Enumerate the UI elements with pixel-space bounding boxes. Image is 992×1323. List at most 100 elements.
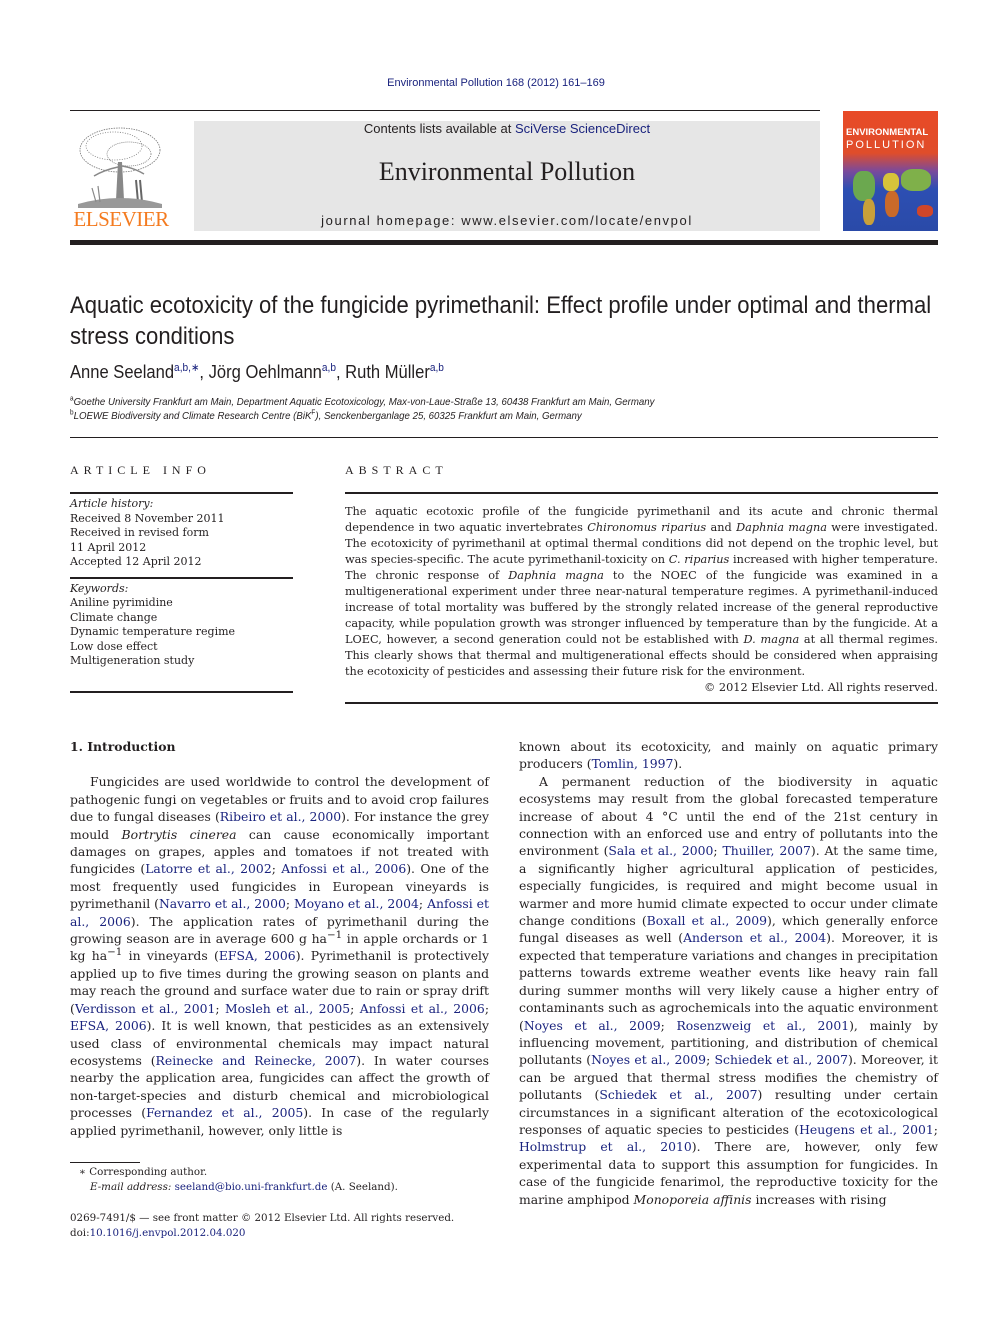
author-separator: , <box>335 362 346 382</box>
keywords: Keywords: Aniline pyrimidine Climate cha… <box>70 582 293 669</box>
article-history: Article history: Received 8 November 201… <box>70 497 293 570</box>
citation-link[interactable]: Sala et al., 2000 <box>608 843 713 858</box>
cover-map-land <box>885 191 899 217</box>
affiliation-a: aGoethe University Frankfurt am Main, De… <box>70 396 655 409</box>
article-info-rule <box>70 492 293 494</box>
keyword: Aniline pyrimidine <box>70 596 173 609</box>
citation-link[interactable]: Schiedek et al., 2007 <box>715 1052 848 1067</box>
citation-link[interactable]: Tomlin, 1997 <box>592 756 674 771</box>
author-name[interactable]: Jörg Oehlmann <box>209 362 322 382</box>
body-column-left: 1. Introduction Fungicides are used worl… <box>70 738 489 1139</box>
citation-link[interactable]: Anfossi et al., 2006 <box>360 1001 485 1016</box>
citation-link[interactable]: Verdisson et al., 2001 <box>75 1001 216 1016</box>
author-separator: , <box>199 362 209 382</box>
journal-title: Environmental Pollution <box>378 157 636 186</box>
header-rule <box>70 110 820 111</box>
section-heading-introduction: 1. Introduction <box>70 739 176 754</box>
author-affiliation-marks[interactable]: a,b,∗ <box>174 362 199 374</box>
citation-link[interactable]: EFSA, 2006 <box>219 948 296 963</box>
history-item: 11 April 2012 <box>70 540 147 554</box>
article-title: Aquatic ecotoxicity of the fungicide pyr… <box>70 292 932 350</box>
footnote: ∗ Corresponding author. E-mail address: … <box>70 1165 500 1195</box>
citation-link[interactable]: Noyes et al., 2009 <box>524 1018 661 1033</box>
italic-term: Chironomus riparius <box>587 521 707 534</box>
citation-link[interactable]: Reinecke and Reinecke, 2007 <box>156 1053 357 1068</box>
email-label: E-mail address: <box>90 1181 172 1193</box>
author-name[interactable]: Ruth Müller <box>345 362 430 382</box>
italic-term: Daphnia magna <box>736 521 827 534</box>
citation-link[interactable]: Thuiller, 2007 <box>722 843 810 858</box>
article-info-rule <box>70 576 293 579</box>
footnote-email: E-mail address: seeland@bio.uni-frankfur… <box>70 1180 500 1195</box>
citation-link[interactable]: Anderson et al., 2004 <box>683 930 826 945</box>
contents-prefix: Contents lists available at <box>363 121 515 136</box>
cover-map-land <box>853 171 875 201</box>
author-list: Anne Seelanda,b,∗, Jörg Oehlmanna,b, Rut… <box>70 362 444 383</box>
cover-title-line1: ENVIRONMENTAL <box>846 127 929 138</box>
doi-label: doi: <box>70 1227 90 1239</box>
italic-term: Bortrytis cinerea <box>121 826 237 842</box>
sciencedirect-link[interactable]: SciVerse ScienceDirect <box>515 121 650 136</box>
body-paragraph: Fungicides are used worldwide to control… <box>70 774 490 1138</box>
abstract-text: The aquatic ecotoxic profile of the fung… <box>345 505 939 678</box>
body-column-right: known about its ecotoxicity, and mainly … <box>519 738 938 1208</box>
citation-link[interactable]: Schiedek et al., 2007 <box>599 1087 757 1102</box>
cover-map-land <box>917 205 933 217</box>
abstract-heading: ABSTRACT <box>345 463 448 477</box>
journal-cover-image[interactable]: ENVIRONMENTAL POLLUTION <box>843 111 938 231</box>
header-thick-rule <box>70 240 938 245</box>
citation-link[interactable]: Navarro et al., 2000 <box>159 896 286 911</box>
author-affiliation-marks[interactable]: a,b <box>430 362 444 374</box>
author-name[interactable]: Anne Seeland <box>70 362 174 382</box>
contents-line: Contents lists available at SciVerse Sci… <box>194 121 820 137</box>
history-label: Article history: <box>70 497 154 510</box>
email-link[interactable]: seeland@bio.uni-frankfurt.de <box>175 1181 328 1193</box>
italic-term: D. magna <box>743 633 800 646</box>
front-matter: 0269-7491/$ — see front matter © 2012 El… <box>70 1211 500 1241</box>
running-head[interactable]: Environmental Pollution 168 (2012) 161–1… <box>0 77 992 89</box>
citation-link[interactable]: Anfossi et al., 2006 <box>281 861 406 876</box>
italic-term: C. riparius <box>668 553 730 566</box>
body-paragraph: known about its ecotoxicity, and mainly … <box>519 739 938 772</box>
citation-link[interactable]: EFSA, 2006 <box>70 1018 147 1033</box>
keywords-label: Keywords: <box>70 581 129 595</box>
history-item: Accepted 12 April 2012 <box>70 555 202 568</box>
cover-map-land <box>901 169 931 191</box>
citation-link[interactable]: Boxall et al., 2009 <box>647 913 767 928</box>
body-paragraph: A permanent reduction of the biodiversit… <box>519 773 939 1207</box>
affiliation-text: Goethe University Frankfurt am Main, Dep… <box>73 396 655 408</box>
keyword: Climate change <box>70 610 158 624</box>
journal-homepage[interactable]: journal homepage: www.elsevier.com/locat… <box>194 213 820 228</box>
abstract-rule <box>345 702 938 704</box>
corresponding-author-label: Corresponding author. <box>89 1166 208 1178</box>
citation-link[interactable]: Moyano et al., 2004 <box>294 896 419 911</box>
doi-line: doi:10.1016/j.envpol.2012.04.020 <box>70 1226 500 1241</box>
cover-map-land <box>883 173 899 191</box>
article-info-rule <box>70 690 293 693</box>
citation-link[interactable]: Ribeiro et al., 2000 <box>220 809 341 824</box>
tree-logo-icon <box>78 127 162 208</box>
affiliation-text: ), Senckenberganlage 25, 60325 Frankfurt… <box>315 410 582 422</box>
history-item: Received 8 November 2011 <box>70 511 225 525</box>
abstract: ABSTRACT The aquatic ecotoxic profile of… <box>345 463 938 704</box>
citation-link[interactable]: Latorre et al., 2002 <box>145 861 272 876</box>
citation-link[interactable]: Mosleh et al., 2005 <box>225 1001 350 1016</box>
elsevier-logo[interactable]: ELSEVIER <box>70 120 172 232</box>
doi-link[interactable]: 10.1016/j.envpol.2012.04.020 <box>90 1227 246 1239</box>
italic-term: Daphnia magna <box>508 569 604 582</box>
article-info-heading: ARTICLE INFO <box>70 463 211 477</box>
citation-link[interactable]: Rosenzweig et al., 2001 <box>676 1018 849 1033</box>
citation-link[interactable]: Fernandez et al., 2005 <box>146 1105 303 1120</box>
cover-map-land <box>863 199 875 225</box>
keyword: Dynamic temperature regime <box>70 625 236 638</box>
citation-link[interactable]: Heugens et al., 2001 <box>799 1122 934 1137</box>
history-item: Received in revised form <box>70 526 209 539</box>
divider-rule <box>70 437 938 438</box>
author-affiliation-marks[interactable]: a,b <box>322 362 336 374</box>
citation-link[interactable]: Holmstrup et al., 2010 <box>519 1139 692 1154</box>
superscript: −1 <box>107 946 123 959</box>
keyword: Low dose effect <box>70 639 158 653</box>
cover-title-line2: POLLUTION <box>846 139 927 151</box>
citation-link[interactable]: Noyes et al., 2009 <box>591 1052 706 1067</box>
footnote-marker: ∗ <box>79 1166 86 1178</box>
